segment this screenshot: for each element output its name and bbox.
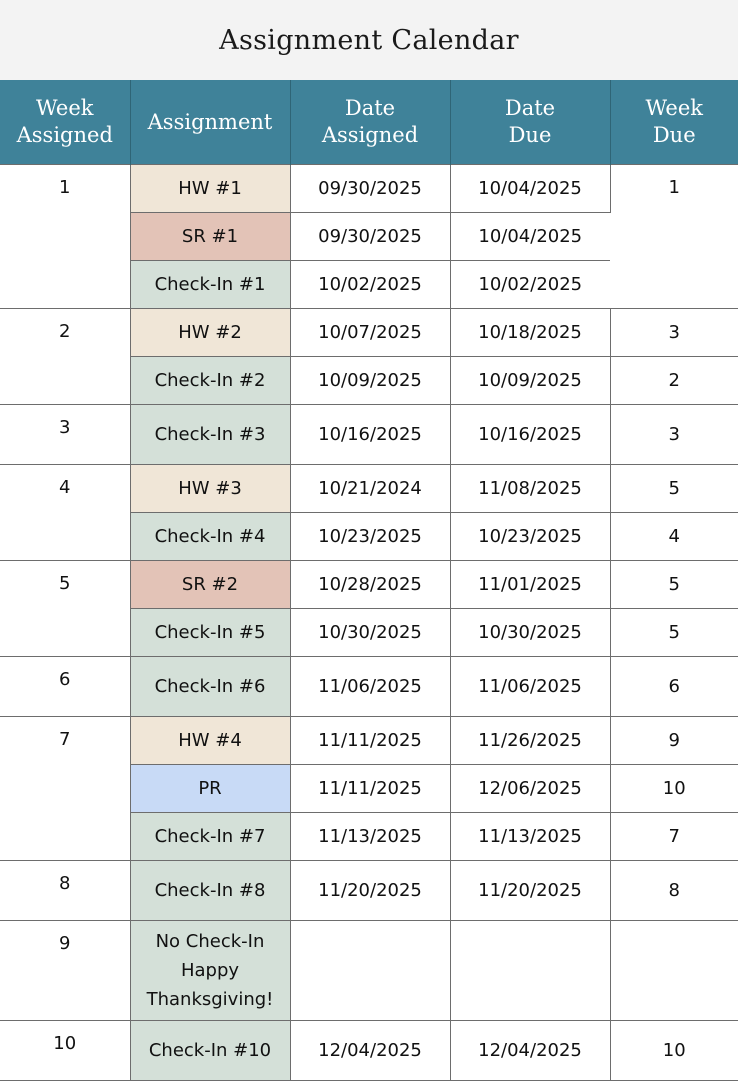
assignment-cell: SR #2 [129,560,291,609]
date-due-cell: 11/06/2025 [449,656,611,717]
table-row: 1 HW #1 09/30/2025 10/04/2025 1 [0,164,738,309]
week-assigned-cell: 2 [0,308,131,405]
date-due-cell: 10/04/2025 [449,212,610,261]
date-due-cell: 10/09/2025 [449,356,611,405]
week-due-cell: 2 [609,356,738,405]
date-due-cell: 10/30/2025 [449,608,611,657]
table-row: 8 Check-In #8 11/20/2025 11/20/2025 8 [0,860,738,921]
header-row: Week Assigned Assignment Date Assigned Dat… [0,80,738,165]
assignment-cell: HW #4 [129,716,291,765]
date-due-cell: 11/13/2025 [449,812,611,861]
assignment-cell: Check-In #8 [129,860,291,921]
date-due-cell: 10/16/2025 [449,404,611,465]
assignment-cell: HW #3 [129,464,291,513]
date-due-cell: 11/08/2025 [449,464,611,513]
date-assigned-cell: 11/13/2025 [289,812,451,861]
date-assigned-cell: 10/09/2025 [289,356,451,405]
assignment-cell: Check-In #5 [129,608,291,657]
date-due-cell: 10/04/2025 [449,164,611,213]
title-bar: Assignment Calendar [0,0,738,80]
week-due-cell: 6 [609,656,738,717]
week-due-cell: 7 [609,812,738,861]
table-row: 4 HW #3 10/21/2024 11/08/2025 5 [0,464,738,561]
table-row: 9 No Check-In Happy Thanksgiving! [0,920,738,1021]
week-due-cell: 10 [609,1020,738,1081]
week-assigned-cell: 8 [0,860,131,921]
date-assigned-cell: 10/28/2025 [289,560,451,609]
week-due-cell: 9 [609,716,738,765]
week-due-cell: 3 [609,404,738,465]
assignment-cell: SR #1 [129,212,291,261]
header-assignment: Assignment [129,80,290,165]
header-date-due: Date Due [449,80,610,165]
assignment-cell: Check-In #4 [129,512,291,561]
assignment-cell: Check-In #7 [129,812,291,861]
table-row: 10 Check-In #10 12/04/2025 12/04/2025 10 [0,1020,738,1081]
week-assigned-cell: 1 [0,164,131,309]
week-assigned-cell: 10 [0,1020,131,1081]
date-assigned-cell: 12/04/2025 [289,1020,451,1081]
assignment-cell: PR [129,764,291,813]
week-assigned-cell: 5 [0,560,131,657]
week-due-cell: 4 [609,512,738,561]
header-week-due: Week Due [609,80,738,165]
date-assigned-cell: 11/11/2025 [289,764,451,813]
week-due-cell [609,920,738,1021]
assignment-cell: HW #1 [129,164,291,213]
week-assigned-cell: 4 [0,464,131,561]
date-assigned-cell: 11/11/2025 [289,716,451,765]
date-due-cell: 10/23/2025 [449,512,611,561]
date-due-cell: 12/04/2025 [449,1020,611,1081]
table-row: 6 Check-In #6 11/06/2025 11/06/2025 6 [0,656,738,717]
week-due-cell: 5 [609,560,738,609]
date-due-cell: 11/20/2025 [449,860,611,921]
header-date-assigned: Date Assigned [289,80,450,165]
date-assigned-cell: 10/23/2025 [289,512,451,561]
assignment-cell: HW #2 [129,308,291,357]
week-due-cell: 5 [609,464,738,513]
date-assigned-cell: 11/20/2025 [289,860,451,921]
date-assigned-cell: 10/02/2025 [289,260,451,309]
week-assigned-cell: 3 [0,404,131,465]
week-due-cell: 5 [609,608,738,657]
assignment-cell: Check-In #1 [129,260,291,309]
week-due-cell: 10 [609,764,738,813]
table-row: 5 SR #2 10/28/2025 11/01/2025 5 [0,560,738,657]
week-due-cell: 1 [610,164,738,309]
week-assigned-cell: 9 [0,920,131,1021]
date-due-cell: 10/02/2025 [449,260,610,309]
table-row: 3 Check-In #3 10/16/2025 10/16/2025 3 [0,404,738,465]
holiday-note: No Check-In Happy Thanksgiving! [131,921,290,1020]
assignment-cell: Check-In #10 [129,1020,291,1081]
date-assigned-cell: 10/30/2025 [289,608,451,657]
date-due-cell: 11/26/2025 [449,716,611,765]
week-assigned-cell: 7 [0,716,131,861]
week-due-cell: 3 [609,308,738,357]
date-assigned-cell: 09/30/2025 [289,164,451,213]
assignment-cell: Check-In #6 [129,656,291,717]
holiday-line: Thanksgiving! [146,989,274,1010]
assignment-cell: No Check-In Happy Thanksgiving! [129,920,291,1021]
assignment-cell: Check-In #2 [129,356,291,405]
date-due-cell: 11/01/2025 [449,560,611,609]
week-due-cell: 8 [609,860,738,921]
date-assigned-cell: 11/06/2025 [289,656,451,717]
holiday-line: Happy [180,960,240,981]
holiday-line: No Check-In [155,931,265,952]
date-due-cell: 12/06/2025 [449,764,611,813]
date-assigned-cell: 10/21/2024 [289,464,451,513]
date-assigned-cell [289,920,451,1021]
table-row: 7 HW #4 11/11/2025 11/26/2025 9 [0,716,738,861]
assignment-table: Week Assigned Assignment Date Assigned Dat… [0,80,738,1081]
page-title: Assignment Calendar [219,24,519,56]
date-assigned-cell: 09/30/2025 [289,212,451,261]
date-assigned-cell: 10/07/2025 [289,308,451,357]
date-assigned-cell: 10/16/2025 [289,404,451,465]
table-row: 2 HW #2 10/07/2025 10/18/2025 3 [0,308,738,405]
header-week-assigned: Week Assigned [0,80,130,165]
date-due-cell [449,920,611,1021]
date-due-cell: 10/18/2025 [449,308,611,357]
week-assigned-cell: 6 [0,656,131,717]
assignment-cell: Check-In #3 [129,404,291,465]
